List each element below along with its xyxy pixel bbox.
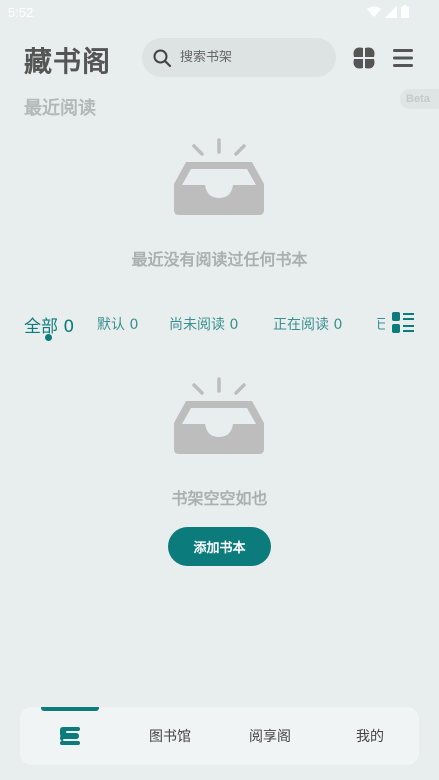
- tab-default[interactable]: 默认 0: [97, 314, 138, 334]
- active-tab-dot: [45, 334, 52, 341]
- category-tabs: 全部 0 默认 0 尚未阅读 0 正在阅读 0 已: [0, 310, 439, 341]
- status-bar: 5:52: [0, 0, 439, 26]
- recent-empty-text: 最近没有阅读过任何书本: [131, 250, 308, 269]
- tab-scroll-area: 全部 0 默认 0 尚未阅读 0 正在阅读 0 已: [0, 310, 385, 340]
- nav-item-mine[interactable]: 我的: [330, 707, 410, 765]
- app-title: 藏书阁: [24, 45, 112, 78]
- shelf-empty-text: 书架空空如也: [171, 489, 268, 508]
- wifi-icon: [367, 6, 381, 17]
- empty-inbox-icon: [174, 377, 264, 454]
- search-icon: [153, 49, 172, 67]
- nav-item-library[interactable]: 图书馆: [130, 707, 210, 765]
- tab-finished[interactable]: 已: [376, 314, 385, 334]
- search-box[interactable]: [142, 38, 336, 77]
- battery-icon: [401, 5, 409, 18]
- bookshelf-icon: [60, 727, 80, 745]
- beta-badge: Beta: [400, 89, 439, 109]
- recent-section-title: 最近阅读: [24, 98, 96, 119]
- signal-icon: [385, 5, 397, 18]
- nav-item-shelf[interactable]: [40, 707, 100, 765]
- empty-inbox-icon: [174, 138, 264, 215]
- tab-unread[interactable]: 尚未阅读 0: [169, 314, 238, 334]
- tab-reading[interactable]: 正在阅读 0: [273, 314, 342, 334]
- hamburger-menu-icon[interactable]: [391, 46, 415, 70]
- list-view-icon[interactable]: [392, 312, 414, 334]
- add-book-button[interactable]: 添加书本: [168, 527, 271, 566]
- bottom-nav: 图书馆 阅享阁 我的: [20, 707, 419, 765]
- search-input[interactable]: [180, 50, 320, 65]
- status-icons: [367, 5, 409, 18]
- status-time: 5:52: [8, 5, 34, 20]
- nav-item-share[interactable]: 阅享阁: [230, 707, 310, 765]
- four-petal-grid-icon[interactable]: [352, 46, 376, 70]
